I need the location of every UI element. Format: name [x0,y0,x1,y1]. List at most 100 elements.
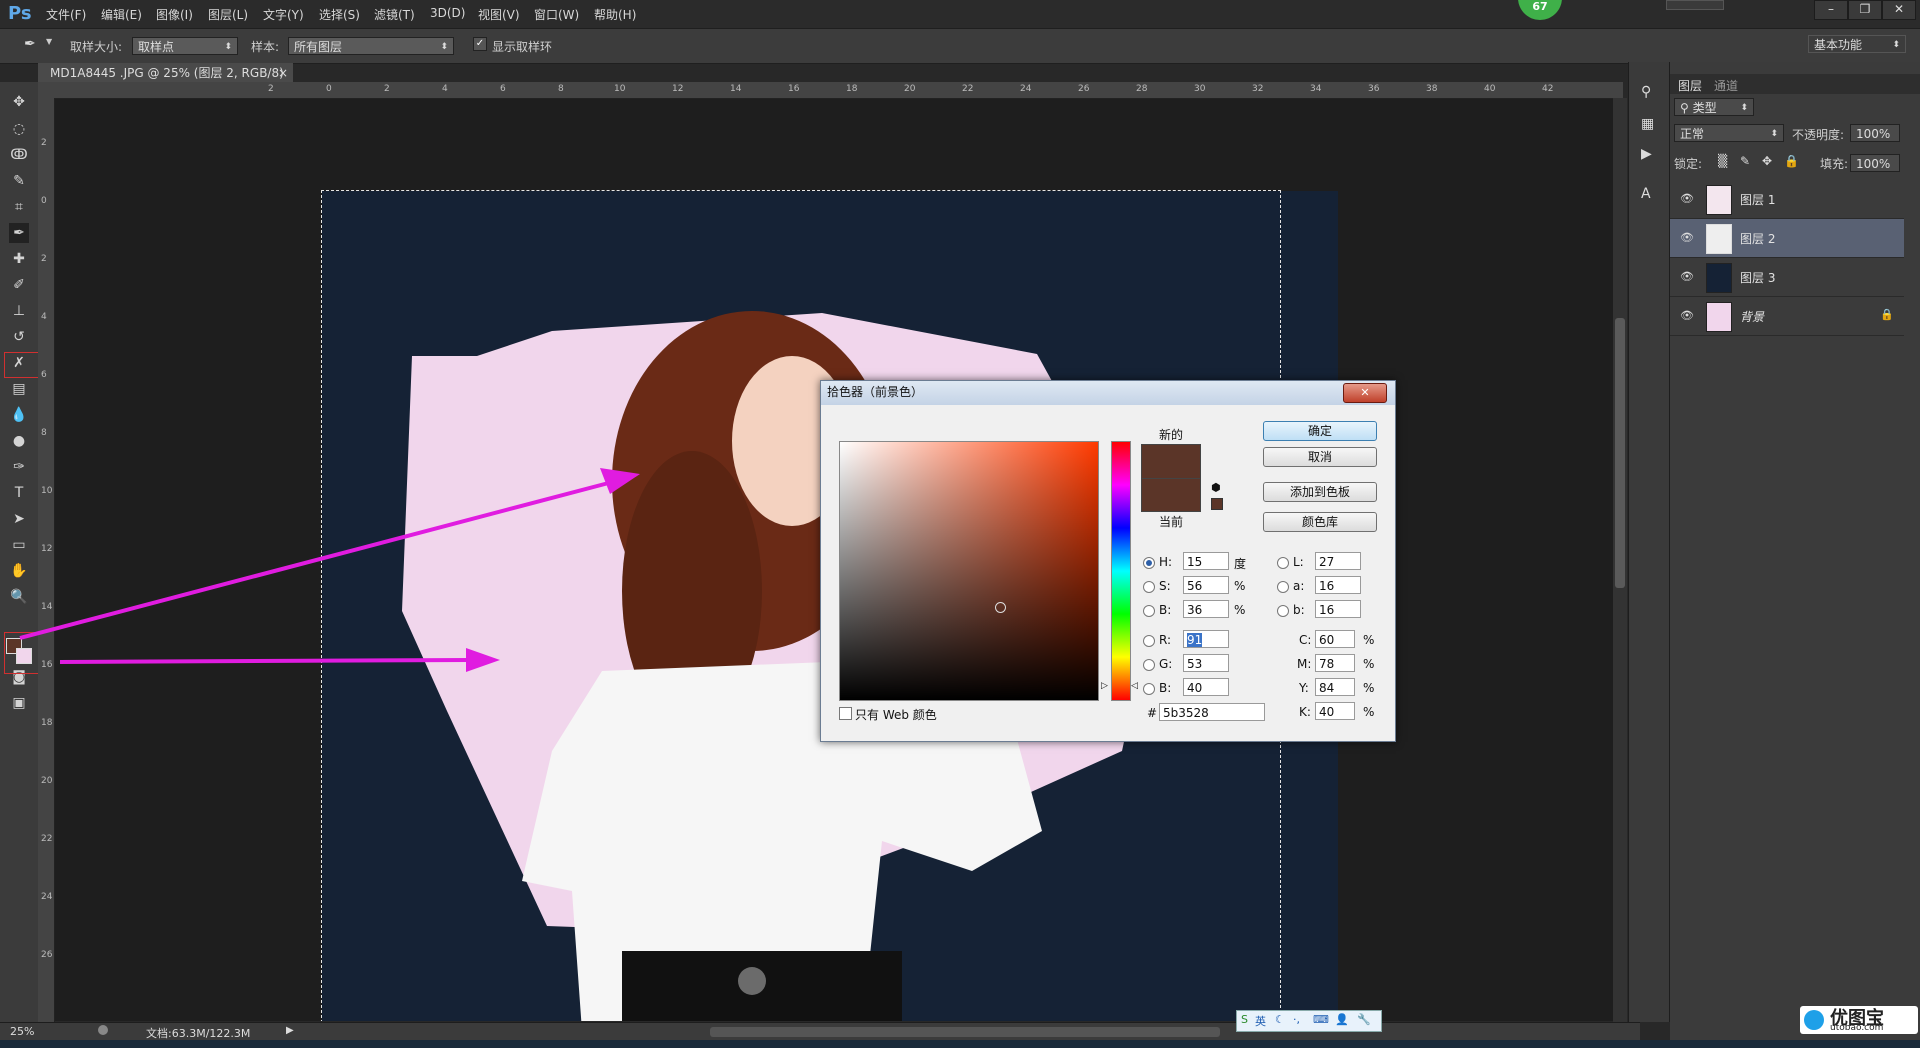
lab-b-label: b: [1293,603,1305,617]
status-menu-arrow-icon[interactable]: ▶ [286,1025,294,1036]
add-to-swatches-button[interactable]: 添加到色板 [1263,482,1377,502]
ime-moon-icon[interactable]: ☾ [1275,1013,1285,1026]
ime-wrench-icon[interactable]: 🔧 [1357,1013,1371,1026]
s-unit: % [1234,579,1246,593]
dialog-title: 拾色器（前景色） [827,385,924,399]
horizontal-scrollbar[interactable] [710,1027,1220,1037]
current-color-swatch[interactable] [1141,478,1201,512]
paths-icon[interactable]: ⚲ [1641,84,1651,100]
g-input[interactable]: 53 [1183,654,1229,672]
radio-g[interactable] [1143,659,1155,671]
y-label: Y: [1299,681,1309,695]
h-unit: 度 [1234,557,1247,571]
saturation-brightness-field[interactable] [839,441,1099,701]
b-label: B: [1159,603,1172,617]
radio-r[interactable] [1143,635,1155,647]
ime-keyboard-icon[interactable]: ⌨ [1313,1013,1329,1026]
blend-mode-select[interactable]: 正常 ⬍ [1674,124,1784,142]
radio-b[interactable] [1143,605,1155,617]
gamut-warning-cube-icon[interactable]: ⬢ [1211,481,1221,494]
watermark-url: utobao.com [1830,1023,1884,1033]
fill-label: 填充: [1820,157,1849,171]
blue-label: B: [1159,681,1172,695]
layer-row-2[interactable]: 👁 图层 2 [1670,219,1904,258]
lock-pixels-icon[interactable]: ▒ [1718,154,1727,168]
layer-name: 图层 1 [1740,193,1776,207]
color-libraries-button[interactable]: 颜色库 [1263,512,1377,532]
layer-filter-select[interactable]: ⚲ 类型 ⬍ [1674,98,1754,116]
dialog-close-button[interactable]: ✕ [1343,383,1387,403]
radio-l[interactable] [1277,557,1289,569]
opacity-input[interactable]: 100% [1850,124,1900,142]
lock-icon: 🔒 [1880,308,1894,321]
c-input[interactable]: 60 [1315,630,1355,648]
layer-thumbnail [1706,302,1732,332]
history-icon[interactable]: ▦ [1641,116,1654,132]
visibility-eye-icon[interactable]: 👁 [1680,192,1694,205]
g-label: G: [1159,657,1173,671]
web-only-label: 只有 Web 颜色 [855,708,937,722]
watermark-bird-icon [1804,1010,1824,1030]
visibility-eye-icon[interactable]: 👁 [1680,270,1694,283]
web-safe-swatch[interactable] [1211,498,1223,510]
scrollbar-thumb[interactable] [1615,318,1625,588]
tab-layers[interactable]: 图层 [1678,77,1702,94]
character-icon[interactable]: A [1641,186,1651,202]
hue-slider[interactable] [1111,441,1131,701]
blue-input[interactable]: 40 [1183,678,1229,696]
layer-name: 图层 3 [1740,271,1776,285]
status-icon [98,1025,108,1035]
filter-search-icon: ⚲ [1680,101,1693,115]
radio-s[interactable] [1143,581,1155,593]
web-only-checkbox[interactable] [839,707,852,720]
new-color-label: 新的 [1159,428,1184,442]
layer-row-3[interactable]: 👁 图层 3 [1670,258,1904,297]
hue-pointer-left-icon[interactable]: ▷ [1101,681,1108,691]
panel-icon-column: ⚲ ▦ ▶ A [1628,62,1670,1022]
radio-lab-b[interactable] [1277,605,1289,617]
s-input[interactable]: 56 [1183,576,1229,594]
visibility-eye-icon[interactable]: 👁 [1680,309,1694,322]
actions-play-icon[interactable]: ▶ [1641,146,1652,162]
ime-language-icon[interactable]: 英 [1255,1013,1266,1029]
new-color-swatch [1141,444,1201,480]
tab-channels[interactable]: 通道 [1714,77,1738,94]
fill-input[interactable]: 100% [1850,154,1900,172]
visibility-eye-icon[interactable]: 👁 [1680,231,1694,244]
k-label: K: [1299,705,1311,719]
panel-tabs: 图层 通道 [1670,74,1920,94]
lock-paint-icon[interactable]: ✎ [1740,154,1750,168]
ok-button[interactable]: 确定 [1263,421,1377,441]
radio-a[interactable] [1277,581,1289,593]
ime-punctuation-icon[interactable]: ·, [1293,1013,1300,1026]
a-input[interactable]: 16 [1315,576,1361,594]
h-input[interactable]: 15 [1183,552,1229,570]
k-unit: % [1363,705,1375,719]
r-input[interactable]: 91 [1183,630,1229,648]
hue-pointer-right-icon[interactable]: ◁ [1131,681,1138,691]
m-input[interactable]: 78 [1315,654,1355,672]
layer-row-background[interactable]: 👁 背景 🔒 [1670,297,1904,336]
c-label: C: [1299,633,1312,647]
ime-user-icon[interactable]: 👤 [1335,1013,1349,1026]
layer-thumbnail [1706,224,1732,254]
brightness-input[interactable]: 36 [1183,600,1229,618]
y-input[interactable]: 84 [1315,678,1355,696]
arrow-line-bottom [59,658,471,664]
lock-all-icon[interactable]: 🔒 [1784,154,1799,168]
hex-input[interactable]: 5b3528 [1159,703,1265,721]
dialog-titlebar[interactable]: 拾色器（前景色） [821,381,1395,405]
arrow-line-top [19,478,621,640]
radio-blue[interactable] [1143,683,1155,695]
color-cursor[interactable] [995,602,1006,613]
k-input[interactable]: 40 [1315,702,1355,720]
cancel-button[interactable]: 取消 [1263,447,1377,467]
lab-b-input[interactable]: 16 [1315,600,1361,618]
zoom-readout[interactable]: 25% [10,1025,34,1038]
l-input[interactable]: 27 [1315,552,1361,570]
radio-h[interactable] [1143,557,1155,569]
lock-position-icon[interactable]: ✥ [1762,154,1772,168]
ime-toolbar[interactable]: S 英 ☾ ·, ⌨ 👤 🔧 [1236,1010,1382,1032]
layer-row-1[interactable]: 👁 图层 1 [1670,180,1904,219]
h-label: H: [1159,555,1173,569]
